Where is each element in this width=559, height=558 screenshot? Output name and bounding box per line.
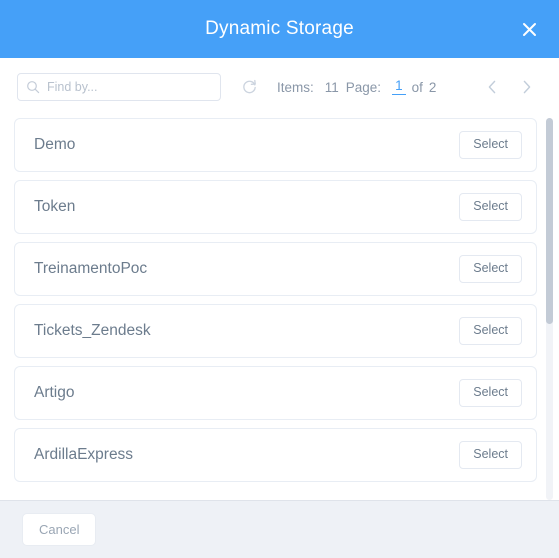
select-button[interactable]: Select	[459, 317, 522, 345]
list-item[interactable]: TreinamentoPoc Select	[14, 242, 537, 296]
cancel-button[interactable]: Cancel	[22, 513, 97, 546]
list-item[interactable]: Token Select	[14, 180, 537, 234]
page-total: 2	[428, 79, 437, 95]
list-item-label: ArdillaExpress	[34, 446, 134, 463]
storage-list: Demo Select Token Select TreinamentoPoc …	[0, 116, 559, 500]
dialog-header: Dynamic Storage	[0, 0, 559, 58]
dialog-footer: Cancel	[0, 500, 559, 558]
dialog-title: Dynamic Storage	[205, 18, 354, 39]
list-item-label: Token	[34, 198, 76, 215]
page-of-label: of	[411, 79, 423, 95]
search-field	[17, 73, 221, 101]
chevron-right-icon[interactable]	[509, 72, 543, 102]
list-item[interactable]: Tickets_Zendesk Select	[14, 304, 537, 358]
list-item-label: Artigo	[34, 384, 75, 401]
list-item-label: TreinamentoPoc	[34, 260, 148, 277]
select-button[interactable]: Select	[459, 131, 522, 159]
list-item-label: Tickets_Zendesk	[34, 322, 151, 339]
items-label: Items:	[277, 79, 314, 95]
search-input[interactable]	[17, 73, 221, 101]
list-item-label: Demo	[34, 136, 76, 153]
pagination-arrows	[475, 72, 543, 102]
page-label: Page:	[345, 79, 382, 95]
select-button[interactable]: Select	[459, 379, 522, 407]
chevron-left-icon[interactable]	[475, 72, 509, 102]
select-button[interactable]: Select	[459, 255, 522, 283]
storage-list-items: Demo Select Token Select TreinamentoPoc …	[0, 116, 559, 482]
list-scrollbar[interactable]	[546, 118, 553, 500]
list-item[interactable]: Demo Select	[14, 118, 537, 172]
close-icon[interactable]	[513, 13, 545, 45]
select-button[interactable]: Select	[459, 193, 522, 221]
pagination: Items: 11 Page: 1 of 2	[277, 78, 437, 96]
list-scrollbar-thumb[interactable]	[546, 118, 553, 325]
list-item[interactable]: ArdillaExpress Select	[14, 428, 537, 482]
toolbar: Items: 11 Page: 1 of 2	[0, 58, 559, 116]
dynamic-storage-dialog: Dynamic Storage Items: 11	[0, 0, 559, 558]
select-button[interactable]: Select	[459, 441, 522, 469]
items-count: 11	[324, 79, 339, 95]
refresh-icon[interactable]	[238, 76, 260, 98]
list-item[interactable]: Artigo Select	[14, 366, 537, 420]
page-number-current[interactable]: 1	[392, 78, 406, 96]
